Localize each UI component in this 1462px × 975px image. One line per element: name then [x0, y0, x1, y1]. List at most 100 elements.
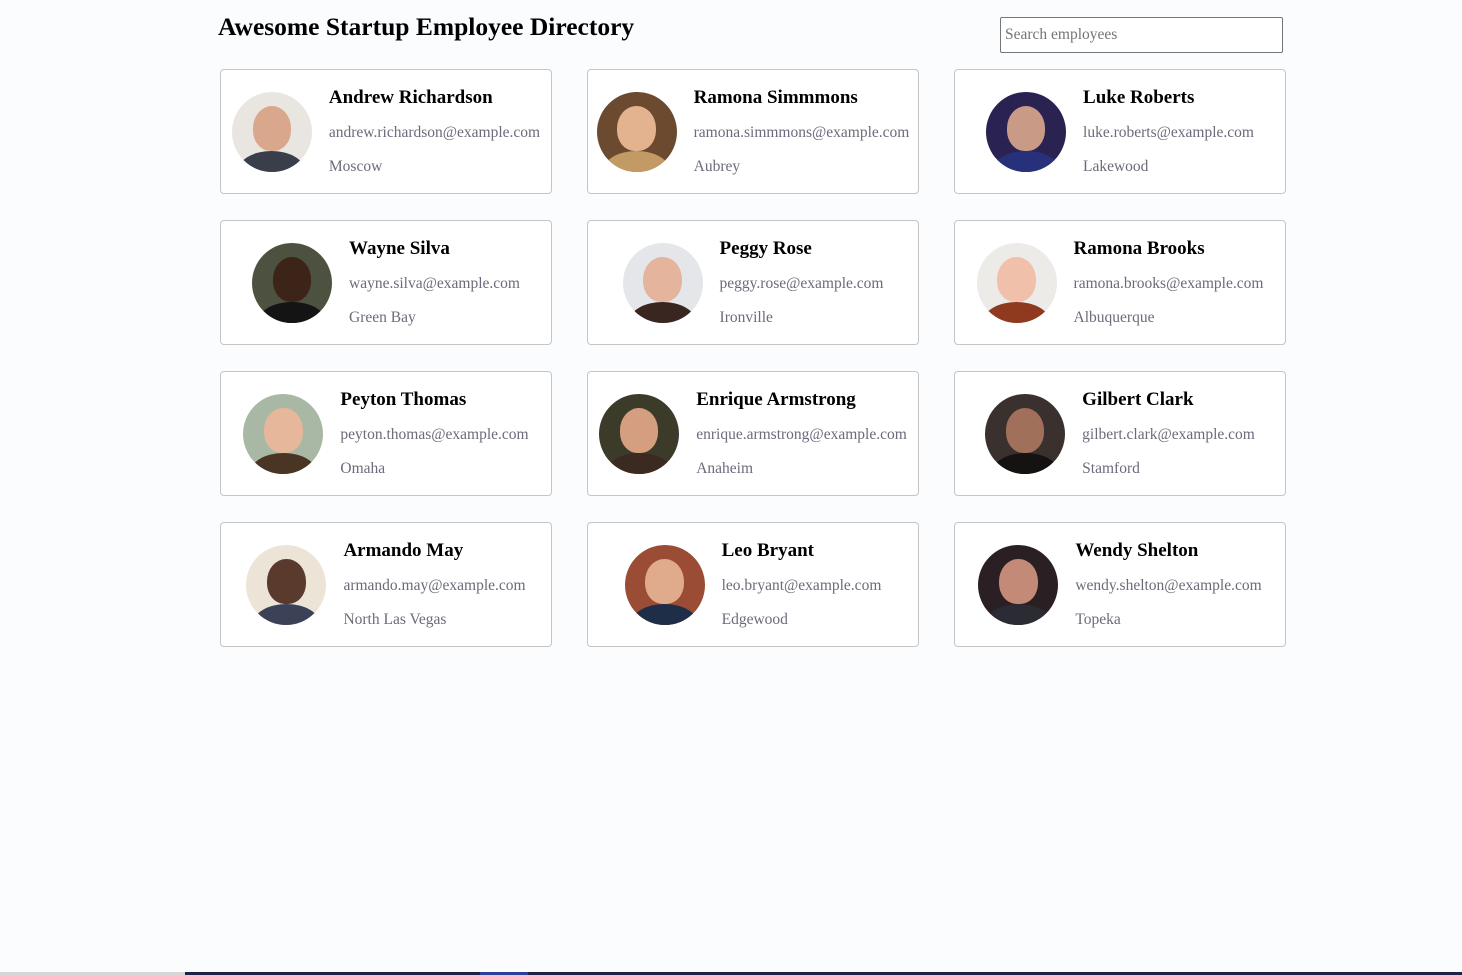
employee-email: leo.bryant@example.com — [721, 577, 882, 594]
employee-email: ramona.simmmons@example.com — [693, 124, 910, 141]
employee-info: Peyton Thomas peyton.thomas@example.com … — [340, 389, 528, 478]
avatar-shoulders — [628, 301, 697, 323]
header: Awesome Startup Employee Directory — [218, 0, 1284, 60]
avatar-face — [267, 558, 306, 604]
employee-city: Ironville — [719, 309, 773, 326]
employee-info: Luke Roberts luke.roberts@example.com La… — [1083, 87, 1254, 176]
employee-info: Wayne Silva wayne.silva@example.com Gree… — [349, 238, 520, 327]
avatar-face — [617, 105, 656, 151]
employee-card[interactable]: Wayne Silva wayne.silva@example.com Gree… — [220, 220, 552, 345]
employee-name: Gilbert Clark — [1082, 389, 1194, 410]
employee-avatar — [596, 91, 677, 172]
avatar-shoulders — [249, 452, 317, 474]
employee-card-content: Armando May armando.may@example.com Nort… — [246, 540, 526, 629]
employee-avatar — [986, 91, 1067, 172]
avatar-shoulders — [631, 603, 699, 625]
employee-city: Green Bay — [349, 309, 416, 326]
employee-name: Enrique Armstrong — [696, 389, 856, 410]
employee-card-content: Peyton Thomas peyton.thomas@example.com … — [243, 389, 529, 478]
employee-email: enrique.armstrong@example.com — [696, 426, 907, 443]
employee-card[interactable]: Andrew Richardson andrew.richardson@exam… — [220, 69, 552, 194]
employee-city: Edgewood — [721, 611, 788, 628]
employee-card[interactable]: Ramona Brooks ramona.brooks@example.com … — [954, 220, 1286, 345]
employee-card[interactable]: Peyton Thomas peyton.thomas@example.com … — [220, 371, 552, 496]
avatar-face — [643, 256, 682, 302]
employee-card-content: Wayne Silva wayne.silva@example.com Gree… — [252, 238, 520, 327]
employee-avatar — [976, 242, 1057, 323]
avatar-face — [997, 256, 1036, 302]
employee-avatar — [622, 242, 703, 323]
employee-card[interactable]: Peggy Rose peggy.rose@example.com Ironvi… — [587, 220, 919, 345]
employee-city: Omaha — [340, 460, 386, 477]
employee-card[interactable]: Enrique Armstrong enrique.armstrong@exam… — [587, 371, 919, 496]
employee-email: peggy.rose@example.com — [719, 275, 884, 292]
employee-card-content: Ramona Brooks ramona.brooks@example.com … — [976, 238, 1264, 327]
employee-city: Topeka — [1075, 611, 1121, 628]
employee-name: Ramona Simmmons — [693, 87, 858, 108]
employee-email: luke.roberts@example.com — [1083, 124, 1254, 141]
employee-info: Peggy Rose peggy.rose@example.com Ironvi… — [720, 238, 884, 327]
employee-email: gilbert.clark@example.com — [1082, 426, 1255, 443]
employee-card[interactable]: Luke Roberts luke.roberts@example.com La… — [954, 69, 1286, 194]
avatar-shoulders — [603, 150, 671, 172]
employee-card-content: Peggy Rose peggy.rose@example.com Ironvi… — [622, 238, 884, 327]
employee-card[interactable]: Leo Bryant leo.bryant@example.com Edgewo… — [587, 522, 919, 647]
avatar-face — [264, 407, 303, 453]
employee-card[interactable]: Wendy Shelton wendy.shelton@example.com … — [954, 522, 1286, 647]
employee-name: Peggy Rose — [719, 238, 812, 259]
avatar-shoulders — [991, 452, 1059, 474]
avatar-face — [645, 558, 684, 604]
employee-name: Luke Roberts — [1083, 87, 1195, 108]
employee-card-content: Enrique Armstrong enrique.armstrong@exam… — [599, 389, 907, 478]
avatar-face — [1006, 105, 1046, 151]
employee-city: Aubrey — [693, 158, 741, 175]
employee-info: Gilbert Clark gilbert.clark@example.com … — [1082, 389, 1255, 478]
employee-info: Andrew Richardson andrew.richardson@exam… — [329, 87, 540, 176]
avatar-face — [620, 407, 659, 453]
employee-card[interactable]: Gilbert Clark gilbert.clark@example.com … — [954, 371, 1286, 496]
employee-name: Leo Bryant — [721, 540, 814, 561]
avatar-shoulders — [605, 452, 673, 474]
employee-avatar — [978, 544, 1059, 625]
employee-city: North Las Vegas — [343, 611, 447, 628]
avatar-shoulders — [258, 301, 326, 323]
employee-avatar — [231, 91, 312, 172]
avatar-shoulders — [984, 603, 1052, 625]
employee-card-content: Wendy Shelton wendy.shelton@example.com … — [978, 540, 1262, 629]
employee-email: wendy.shelton@example.com — [1075, 577, 1262, 594]
employee-avatar — [624, 544, 705, 625]
employee-city: Albuquerque — [1073, 309, 1155, 326]
employee-name: Andrew Richardson — [328, 87, 493, 108]
employee-name: Peyton Thomas — [340, 389, 467, 410]
search-input[interactable] — [1000, 17, 1283, 53]
avatar-shoulders — [238, 150, 306, 172]
employee-card-content: Luke Roberts luke.roberts@example.com La… — [986, 87, 1254, 176]
employee-city: Lakewood — [1083, 158, 1149, 175]
employee-avatar — [599, 393, 680, 474]
employee-info: Ramona Brooks ramona.brooks@example.com … — [1074, 238, 1264, 327]
employee-name: Wayne Silva — [349, 238, 450, 259]
employee-info: Enrique Armstrong enrique.armstrong@exam… — [696, 389, 907, 478]
employee-email: wayne.silva@example.com — [349, 275, 520, 292]
employee-avatar — [985, 393, 1066, 474]
employee-city: Stamford — [1082, 460, 1140, 477]
employee-card-content: Leo Bryant leo.bryant@example.com Edgewo… — [624, 540, 882, 629]
employee-name: Ramona Brooks — [1073, 238, 1205, 259]
avatar-shoulders — [982, 301, 1051, 323]
page: Awesome Startup Employee Directory Andre… — [0, 0, 1462, 975]
employee-card[interactable]: Armando May armando.may@example.com Nort… — [220, 522, 552, 647]
avatar-face — [272, 256, 312, 302]
avatar-face — [999, 558, 1038, 604]
avatar-face — [252, 105, 292, 151]
employee-grid: Andrew Richardson andrew.richardson@exam… — [220, 69, 1286, 647]
employee-info: Wendy Shelton wendy.shelton@example.com … — [1075, 540, 1261, 629]
employee-name: Wendy Shelton — [1075, 540, 1199, 561]
employee-email: ramona.brooks@example.com — [1073, 275, 1264, 292]
employee-card[interactable]: Ramona Simmmons ramona.simmmons@example.… — [587, 69, 919, 194]
avatar-face — [1005, 407, 1045, 453]
employee-name: Armando May — [343, 540, 464, 561]
employee-email: peyton.thomas@example.com — [340, 426, 529, 443]
employee-city: Anaheim — [696, 460, 754, 477]
employee-city: Moscow — [328, 158, 383, 175]
employee-email: armando.may@example.com — [343, 577, 526, 594]
